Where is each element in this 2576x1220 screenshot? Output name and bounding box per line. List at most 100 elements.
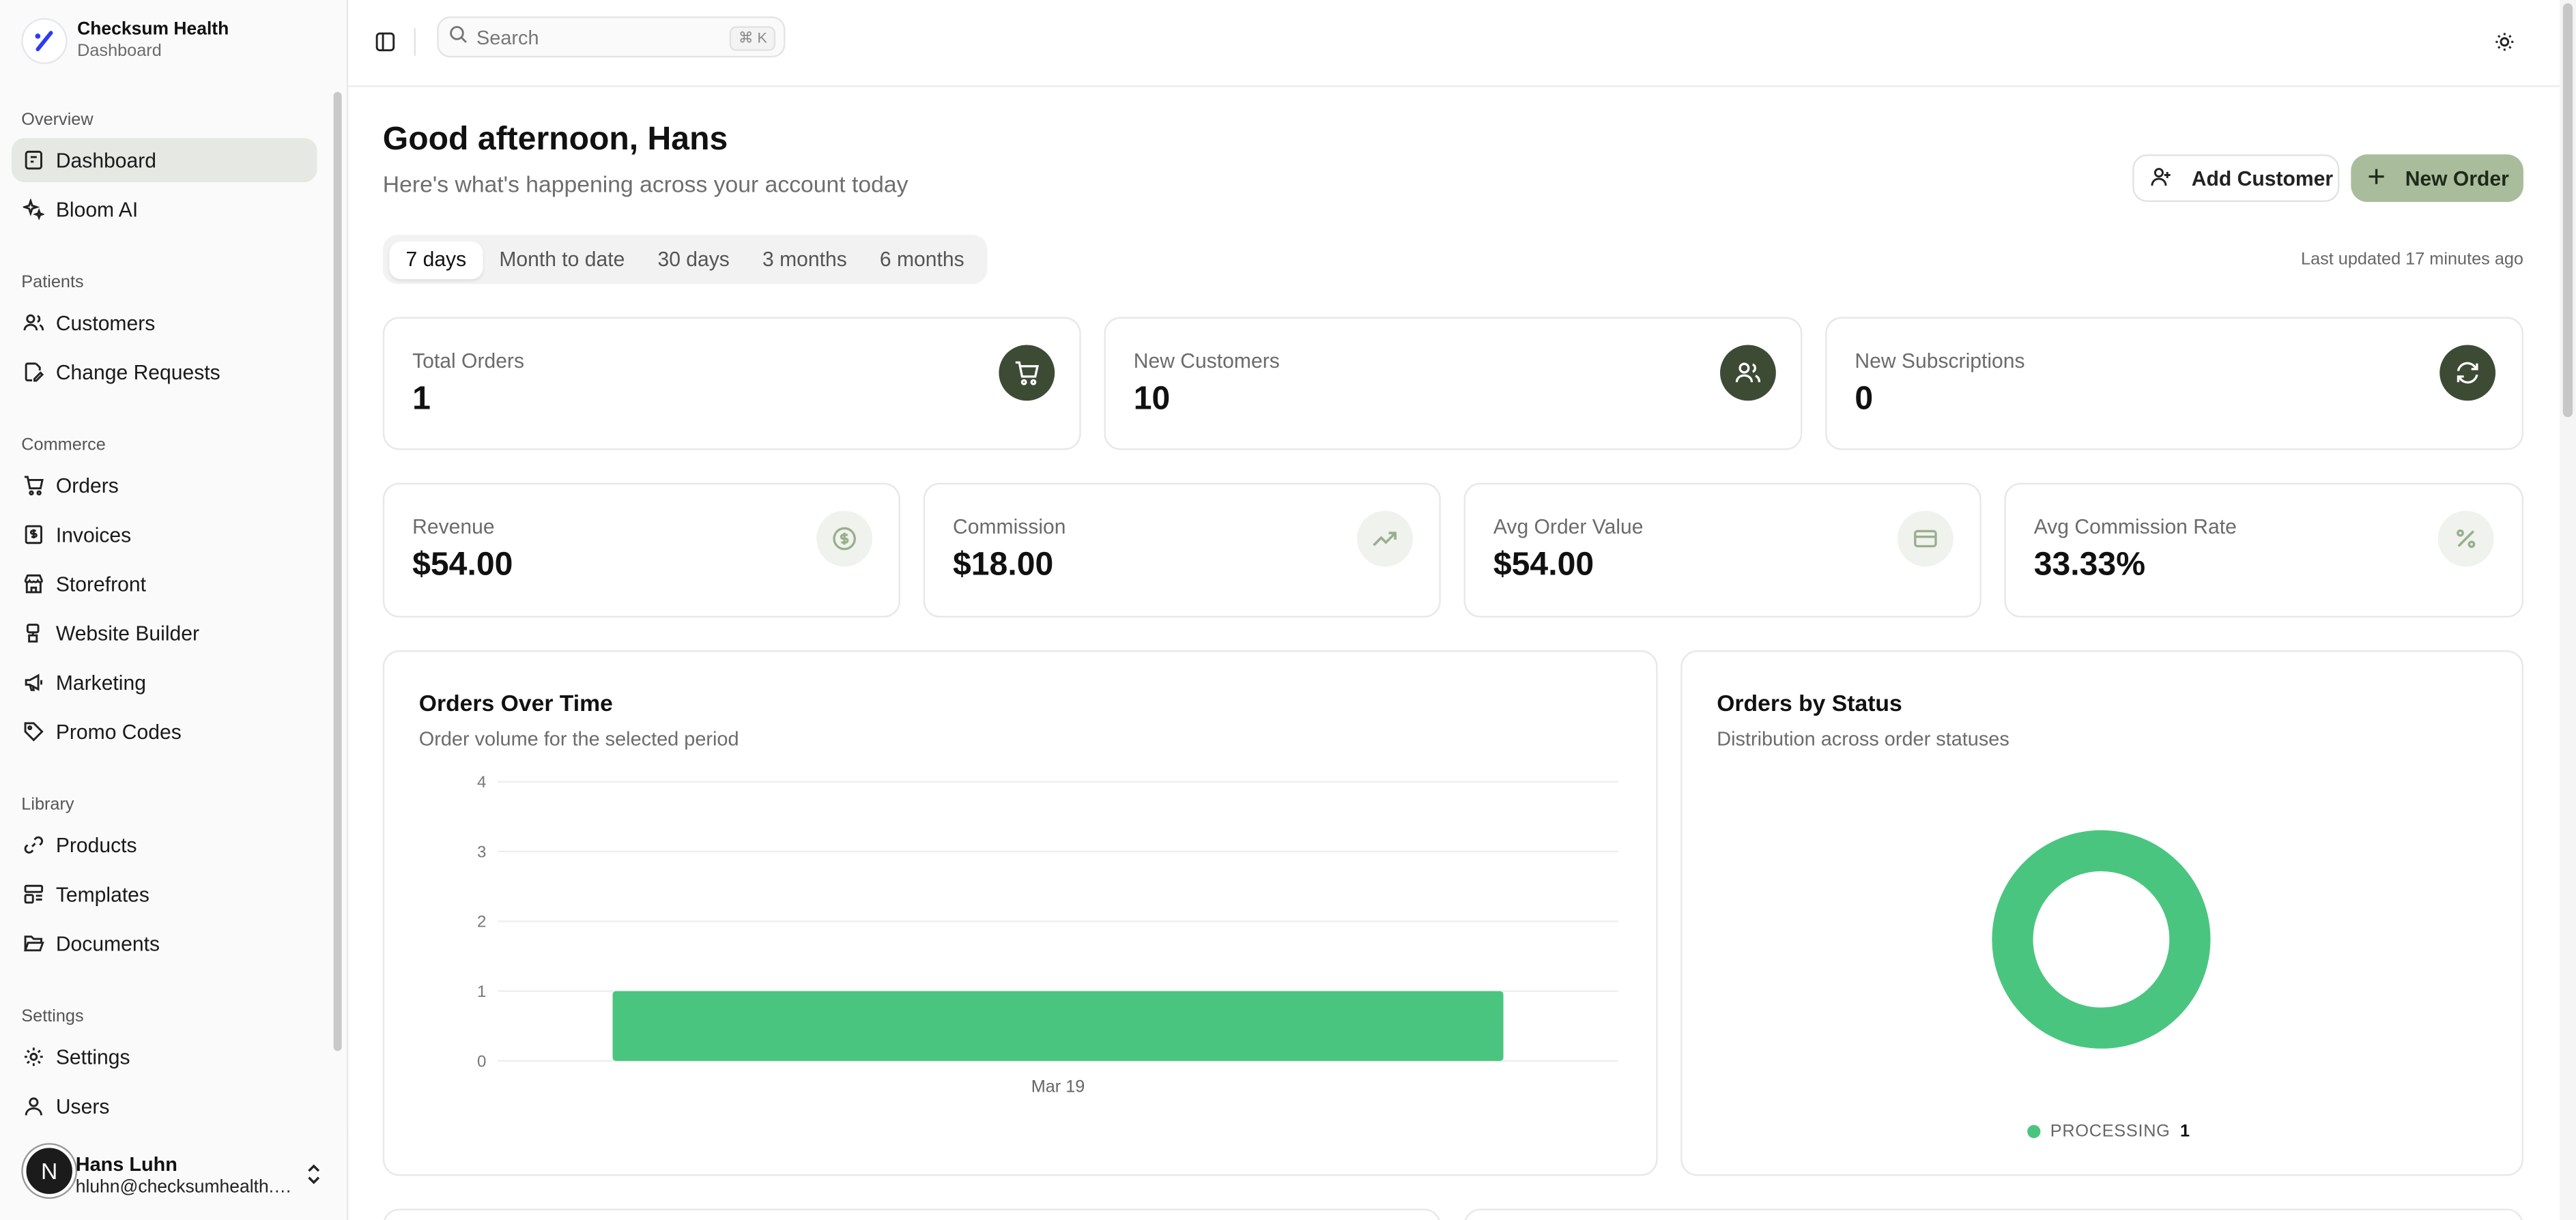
new-order-button[interactable]: New Order xyxy=(2351,154,2523,203)
cart-icon xyxy=(999,345,1055,401)
sidebar-item-dashboard[interactable]: Dashboard xyxy=(11,138,317,183)
stat-label: Revenue xyxy=(412,515,495,539)
stat-card-total-orders: Total Orders 1 xyxy=(382,317,1081,450)
sidebar-item-label: Website Builder xyxy=(55,622,199,645)
legend-swatch xyxy=(2027,1124,2041,1138)
add-customer-button[interactable]: Add Customer xyxy=(2132,154,2340,203)
sidebar-item-documents[interactable]: Documents xyxy=(12,921,317,965)
tab-month-to-date[interactable]: Month to date xyxy=(483,241,641,278)
sidebar-item-templates[interactable]: Templates xyxy=(12,872,317,916)
stat-card-avg-order-value: Avg Order Value $54.00 xyxy=(1463,482,1981,618)
nav-section-settings: Settings xyxy=(21,1006,84,1027)
sidebar-item-label: Dashboard xyxy=(55,148,157,172)
stat-card-avg-commission-rate: Avg Commission Rate 33.33% xyxy=(2004,482,2523,618)
avatar: N xyxy=(23,1144,76,1197)
top-header: Search ⌘ K xyxy=(348,0,2560,87)
sidebar-item-website-builder[interactable]: Website Builder xyxy=(12,611,317,655)
stat-value: 10 xyxy=(1133,381,1171,418)
donut-legend: PROCESSING 1 xyxy=(2027,1122,2190,1142)
sidebar-item-orders[interactable]: Orders xyxy=(12,463,317,508)
sun-icon[interactable] xyxy=(2494,31,2515,61)
search-icon xyxy=(448,22,468,51)
gear-icon xyxy=(23,1046,44,1067)
page-scrollbar-thumb[interactable] xyxy=(2562,3,2573,418)
sidebar-item-label: Templates xyxy=(55,882,149,906)
tab-7-days[interactable]: 7 days xyxy=(389,240,483,278)
sidebar-item-label: Promo Codes xyxy=(55,720,182,744)
sidebar-item-users[interactable]: Users xyxy=(12,1084,317,1129)
stat-label: New Subscriptions xyxy=(1855,349,2025,373)
orders-status-donut xyxy=(1992,830,2211,1049)
page-title: Good afternoon, Hans xyxy=(382,121,728,158)
sidebar: Checksum Health Dashboard Overview Dashb… xyxy=(0,0,349,1220)
sidebar-item-change-requests[interactable]: Change Requests xyxy=(12,350,317,394)
sidebar-toggle-icon[interactable] xyxy=(375,31,396,61)
sidebar-item-label: Documents xyxy=(55,931,160,955)
sidebar-nav: Overview Dashboard Bloom AI Patients Cus… xyxy=(0,102,328,1133)
sidebar-item-label: Storefront xyxy=(55,572,146,596)
date-range-tabs: 7 days Month to date 30 days 3 months 6 … xyxy=(382,235,988,285)
sidebar-item-label: Change Requests xyxy=(55,360,220,384)
legend-count: 1 xyxy=(2179,1121,2190,1142)
user-plus-icon xyxy=(2151,165,2172,192)
trending-up-icon xyxy=(1357,510,1413,567)
sidebar-item-label: Products xyxy=(55,833,137,857)
sidebar-item-label: Invoices xyxy=(55,523,132,547)
stat-card-new-customers: New Customers 10 xyxy=(1104,317,1803,450)
y-tick-label: 0 xyxy=(477,1052,486,1071)
brand-logo xyxy=(21,18,68,64)
user-email: hluhn@checksumhealth.c... xyxy=(75,1177,296,1197)
sidebar-item-label: Users xyxy=(55,1094,110,1118)
credit-card-icon xyxy=(1897,510,1954,567)
chevrons-up-down-icon xyxy=(306,1163,322,1194)
header-divider xyxy=(414,27,416,56)
dollar-icon xyxy=(816,510,873,567)
app-root: Checksum Health Dashboard Overview Dashb… xyxy=(0,0,2576,1220)
sidebar-scrollbar[interactable] xyxy=(333,91,342,1051)
add-customer-label: Add Customer xyxy=(2191,166,2334,190)
percent-icon xyxy=(2437,510,2494,567)
tab-30-days[interactable]: 30 days xyxy=(641,241,746,278)
search-shortcut: ⌘ K xyxy=(730,26,776,51)
sidebar-item-bloom-ai[interactable]: Bloom AI xyxy=(12,187,317,231)
megaphone-icon xyxy=(23,671,44,693)
brand-name: Checksum Health xyxy=(77,19,229,40)
template-icon xyxy=(23,884,44,905)
brand-subtitle: Dashboard xyxy=(77,41,162,61)
stat-card-revenue: Revenue $54.00 xyxy=(382,482,900,618)
y-tick-label: 2 xyxy=(477,913,486,931)
tab-3-months[interactable]: 3 months xyxy=(746,241,863,278)
stat-label: Total Orders xyxy=(412,349,525,373)
search-input[interactable]: Search ⌘ K xyxy=(437,16,786,58)
dashboard-icon xyxy=(23,149,44,171)
sidebar-item-label: Marketing xyxy=(55,671,146,694)
stat-value: $54.00 xyxy=(412,547,513,583)
sidebar-item-label: Orders xyxy=(55,474,119,497)
sparkles-icon xyxy=(23,199,44,220)
sidebar-item-products[interactable]: Products xyxy=(12,823,317,867)
nav-section-overview: Overview xyxy=(21,110,94,130)
y-tick-label: 1 xyxy=(477,983,486,1001)
link-icon xyxy=(23,834,44,856)
receipt-icon xyxy=(23,524,44,545)
stat-card-commission: Commission $18.00 xyxy=(923,482,1441,618)
sidebar-item-storefront[interactable]: Storefront xyxy=(12,562,317,606)
stat-value: 0 xyxy=(1855,381,1874,418)
user-menu[interactable]: N Hans Luhn hluhn@checksumhealth.c... xyxy=(0,1133,347,1220)
bottom-card-right xyxy=(1463,1208,2523,1220)
sidebar-item-label: Settings xyxy=(55,1045,130,1069)
brand[interactable]: Checksum Health Dashboard xyxy=(21,18,229,64)
sidebar-item-customers[interactable]: Customers xyxy=(12,300,317,345)
users-icon xyxy=(1720,345,1776,401)
stat-label: Commission xyxy=(953,515,1066,539)
user-icon xyxy=(23,1095,44,1116)
tab-6-months[interactable]: 6 months xyxy=(863,241,981,278)
sidebar-item-label: Customers xyxy=(55,311,156,334)
sidebar-item-settings[interactable]: Settings xyxy=(12,1034,317,1079)
sidebar-item-invoices[interactable]: Invoices xyxy=(12,512,317,557)
sidebar-item-promo-codes[interactable]: Promo Codes xyxy=(12,710,317,754)
bottom-card-left xyxy=(382,1208,1441,1220)
stat-value: $54.00 xyxy=(1493,547,1594,583)
file-edit-icon xyxy=(23,362,44,383)
sidebar-item-marketing[interactable]: Marketing xyxy=(12,660,317,705)
